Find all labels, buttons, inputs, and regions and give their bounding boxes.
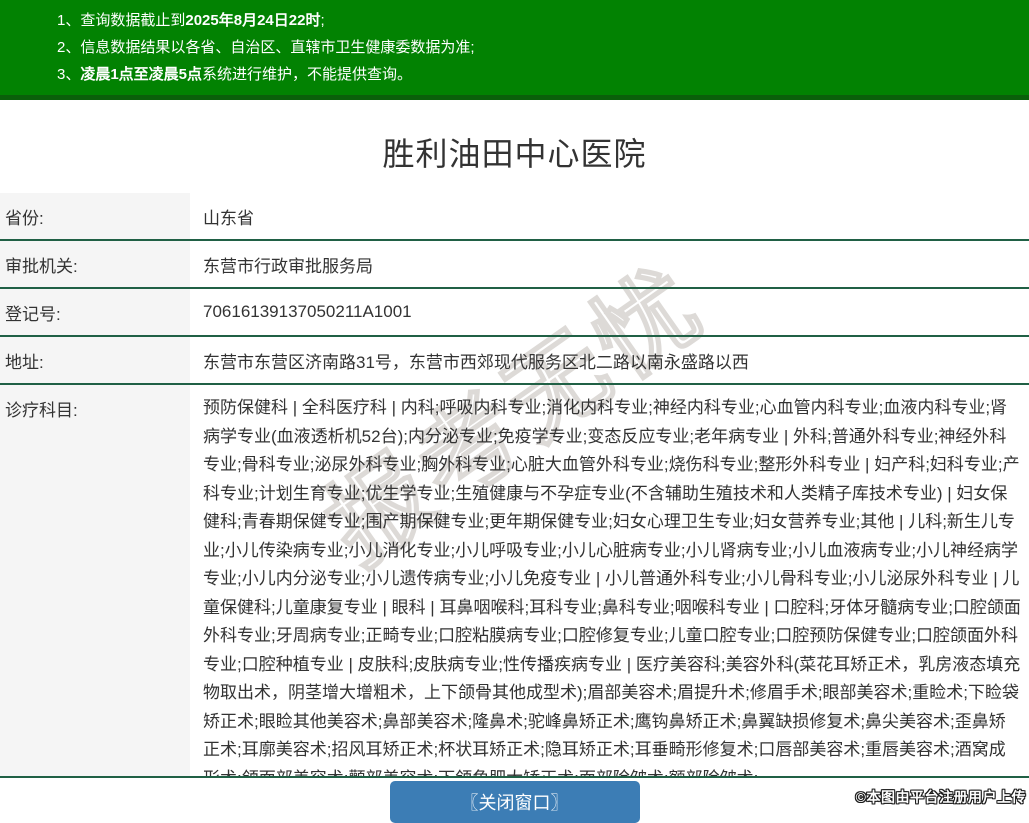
info-table: 省份: 山东省 审批机关: 东营市行政审批服务局 登记号: 7061613913… — [0, 193, 1029, 778]
table-row-medical-departments: 诊疗科目: 预防保健科 | 全科医疗科 | 内科;呼吸内科专业;消化内科专业;神… — [0, 385, 1029, 778]
table-row-province: 省份: 山东省 — [0, 193, 1029, 241]
notice-banner: 1、查询数据截止到2025年8月24日22时; 2、信息数据结果以各省、自治区、… — [0, 0, 1029, 100]
notice-text: 信息数据结果以各省、自治区、直辖市卫生健康委数据为准; — [80, 39, 475, 56]
notice-item-2: 2、信息数据结果以各省、自治区、直辖市卫生健康委数据为准; — [57, 34, 1019, 61]
notice-item-3: 3、凌晨1点至凌晨5点系统进行维护，不能提供查询。 — [57, 61, 1019, 88]
row-label: 省份: — [0, 193, 190, 239]
notice-num: 3、 — [57, 66, 81, 83]
table-row-approval-authority: 审批机关: 东营市行政审批服务局 — [0, 241, 1029, 289]
row-label: 登记号: — [0, 289, 190, 335]
notice-bold-text: 2025年8月24日22时 — [185, 12, 321, 29]
table-row-registration-number: 登记号: 70616139137050211A1001 — [0, 289, 1029, 337]
close-window-button[interactable]: 〖关闭窗口〗 — [389, 781, 640, 823]
notice-text: 查询数据截止到 — [80, 12, 186, 29]
row-label: 地址: — [0, 337, 190, 383]
row-value: 山东省 — [203, 208, 254, 228]
row-value: 预防保健科 | 全科医疗科 | 内科;呼吸内科专业;消化内科专业;神经内科专业;… — [203, 398, 1021, 776]
row-value: 70616139137050211A1001 — [203, 302, 412, 321]
notice-text: ; — [320, 12, 325, 29]
copyright-note: ©本图由平台注册用户上传 — [855, 789, 1026, 805]
notice-item-1: 1、查询数据截止到2025年8月24日22时; — [57, 7, 1019, 34]
notice-num: 1、 — [57, 12, 81, 29]
notice-text: 系统进行维护，不能提供查询。 — [202, 66, 413, 83]
row-label: 诊疗科目: — [0, 385, 190, 776]
row-label: 审批机关: — [0, 241, 190, 287]
page-title: 胜利油田中心医院 — [382, 136, 647, 172]
notice-bold-text: 凌晨1点至凌晨5点 — [80, 66, 203, 83]
row-value: 东营市东营区济南路31号，东营市西郊现代服务区北二路以南永盛路以西 — [203, 352, 749, 372]
table-row-address: 地址: 东营市东营区济南路31号，东营市西郊现代服务区北二路以南永盛路以西 — [0, 337, 1029, 385]
notice-num: 2、 — [57, 39, 81, 56]
row-value: 东营市行政审批服务局 — [203, 256, 373, 276]
